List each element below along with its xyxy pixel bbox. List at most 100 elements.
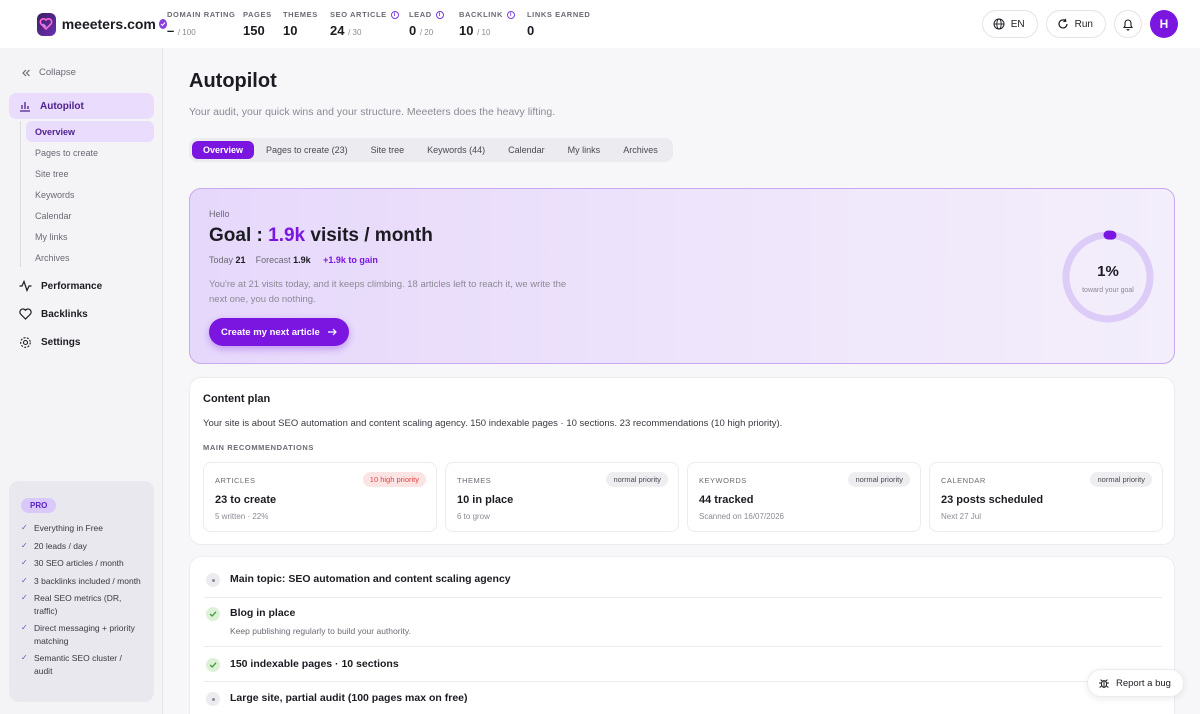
- info-icon[interactable]: i: [435, 10, 444, 19]
- card-label: KEYWORDS: [699, 476, 747, 485]
- run-button[interactable]: Run: [1045, 10, 1106, 38]
- stat-value: 150: [243, 23, 265, 38]
- notifications-button[interactable]: [1114, 10, 1142, 38]
- stat-label: THEMES: [283, 10, 318, 19]
- sidebar-item-label: Performance: [41, 280, 103, 292]
- subnav-site-tree[interactable]: Site tree: [21, 163, 154, 184]
- collapse-button[interactable]: Collapse: [21, 67, 76, 78]
- run-label: Run: [1074, 18, 1093, 30]
- stat-label: SEO ARTICLE: [330, 10, 387, 19]
- subnav-my-links[interactable]: My links: [21, 226, 154, 247]
- avatar[interactable]: H: [1150, 10, 1178, 38]
- double-chevron-left-icon: [22, 69, 30, 76]
- goal-card: Hello Goal : 1.9k visits / month Today 2…: [189, 188, 1175, 364]
- priority-badge: normal priority: [848, 472, 910, 487]
- info-icon[interactable]: i: [506, 10, 515, 19]
- check-icon: ✓: [21, 558, 28, 567]
- subnav-archives[interactable]: Archives: [21, 247, 154, 268]
- sidebar-item-settings[interactable]: Settings: [9, 329, 154, 355]
- page-title: Autopilot: [189, 70, 277, 92]
- divider: [204, 597, 1162, 598]
- divider: [204, 681, 1162, 682]
- goal-meta: Today 21 Forecast 1.9k +1.9k to gain: [209, 255, 378, 265]
- pro-feature-text: Direct messaging + priority matching: [34, 623, 135, 646]
- gain-value: +1.9k to gain: [323, 255, 378, 265]
- goal-description: You're at 21 visits today, and it keeps …: [209, 279, 567, 305]
- pro-feature-text: Real SEO metrics (DR, traffic): [34, 593, 122, 616]
- sidebar-item-label: Settings: [41, 336, 81, 348]
- globe-icon: [993, 18, 1005, 30]
- stat-pages: PAGES 150: [243, 10, 283, 38]
- stat-value: 10: [283, 23, 298, 38]
- arrow-right-icon: [327, 328, 337, 336]
- pro-feature-text: 20 leads / day: [34, 540, 87, 551]
- goal-percent-label: toward your goal: [1082, 287, 1134, 294]
- sidebar-item-label: Autopilot: [40, 100, 84, 112]
- sidebar-item-autopilot[interactable]: Autopilot: [9, 93, 154, 119]
- stat-label: LEAD: [409, 10, 432, 19]
- card-value: 23 to create: [215, 494, 277, 506]
- stat-lead: LEAD i 0 / 20: [409, 10, 459, 38]
- bug-icon: [1099, 679, 1109, 688]
- sidebar-item-performance[interactable]: Performance: [9, 273, 154, 299]
- logo-icon: [37, 12, 56, 36]
- tab-archives[interactable]: Archives: [612, 141, 669, 159]
- goal-prefix: Goal :: [209, 225, 269, 246]
- subnav-keywords[interactable]: Keywords: [21, 184, 154, 205]
- card-sub: 6 to grow: [457, 512, 490, 521]
- recommendation-card-keywords[interactable]: KEYWORDS normal priority 44 tracked Scan…: [687, 462, 921, 532]
- card-label: CALENDAR: [941, 476, 986, 485]
- create-next-article-button[interactable]: Create my next article: [209, 318, 349, 346]
- tab-bar: Overview Pages to create (23) Site tree …: [189, 138, 673, 162]
- checklist-title: Blog in place: [230, 607, 296, 619]
- activity-icon: [19, 280, 32, 292]
- tab-calendar[interactable]: Calendar: [497, 141, 556, 159]
- pro-feature: ✓ Everything in Free: [21, 522, 142, 535]
- language-button[interactable]: EN: [981, 10, 1038, 38]
- card-value: 44 tracked: [699, 494, 754, 506]
- stat-domain-rating: DOMAIN RATING – / 100: [167, 10, 243, 38]
- goal-suffix: visits / month: [305, 225, 433, 246]
- subnav-overview[interactable]: Overview: [26, 121, 154, 142]
- stat-value: 0: [409, 23, 417, 38]
- subnav-pages-to-create[interactable]: Pages to create: [21, 142, 154, 163]
- recommendations-heading: MAIN RECOMMENDATIONS: [203, 443, 315, 452]
- site-checklist: Main topic: SEO automation and content s…: [189, 556, 1175, 714]
- tab-site-tree[interactable]: Site tree: [360, 141, 416, 159]
- stat-label: LINKS EARNED: [527, 10, 591, 19]
- stat-value: 0: [527, 23, 535, 38]
- recommendation-card-articles[interactable]: ARTICLES 10 high priority 23 to create 5…: [203, 462, 437, 532]
- checklist-title: Large site, partial audit (100 pages max…: [230, 692, 468, 704]
- stat-label: BACKLINK: [459, 10, 503, 19]
- pro-badge: PRO: [21, 498, 57, 513]
- sidebar-item-backlinks[interactable]: Backlinks: [9, 301, 154, 327]
- verified-icon: [158, 19, 167, 29]
- recommendation-card-themes[interactable]: THEMES normal priority 10 in place 6 to …: [445, 462, 679, 532]
- stat-value: –: [167, 23, 175, 38]
- pro-feature-text: Everything in Free: [34, 523, 103, 533]
- brand[interactable]: meeeters.com: [37, 12, 167, 36]
- check-icon: ✓: [21, 593, 28, 602]
- tab-keywords[interactable]: Keywords (44): [416, 141, 496, 159]
- bar-chart-icon: [20, 102, 30, 112]
- pro-feature-text: 3 backlinks included / month: [34, 575, 141, 586]
- pro-feature: ✓ Direct messaging + priority matching: [21, 622, 142, 647]
- top-actions: EN Run H: [974, 10, 1178, 38]
- tab-overview[interactable]: Overview: [192, 141, 255, 159]
- card-sub: Next 27 Jul: [941, 512, 982, 521]
- pro-feature-text: Semantic SEO cluster / audit: [34, 653, 122, 676]
- card-sub: 5 written · 22%: [215, 512, 269, 521]
- info-icon[interactable]: i: [390, 10, 399, 19]
- recommendation-card-calendar[interactable]: CALENDAR normal priority 23 posts schedu…: [929, 462, 1163, 532]
- check-circle-icon: [206, 658, 220, 672]
- tab-my-links[interactable]: My links: [557, 141, 612, 159]
- card-value: 23 posts scheduled: [941, 494, 1044, 506]
- check-icon: ✓: [21, 523, 28, 532]
- tab-pages-to-create[interactable]: Pages to create (23): [255, 141, 359, 159]
- checklist-title: Main topic: SEO automation and content s…: [230, 573, 511, 585]
- heart-icon: [19, 308, 32, 320]
- report-bug-button[interactable]: Report a bug: [1087, 669, 1184, 697]
- subnav-calendar[interactable]: Calendar: [21, 205, 154, 226]
- pro-plan-card[interactable]: PRO ✓ Everything in Free ✓ 20 leads / day …: [9, 481, 154, 702]
- pro-feature: ✓ 3 backlinks included / month: [21, 575, 142, 588]
